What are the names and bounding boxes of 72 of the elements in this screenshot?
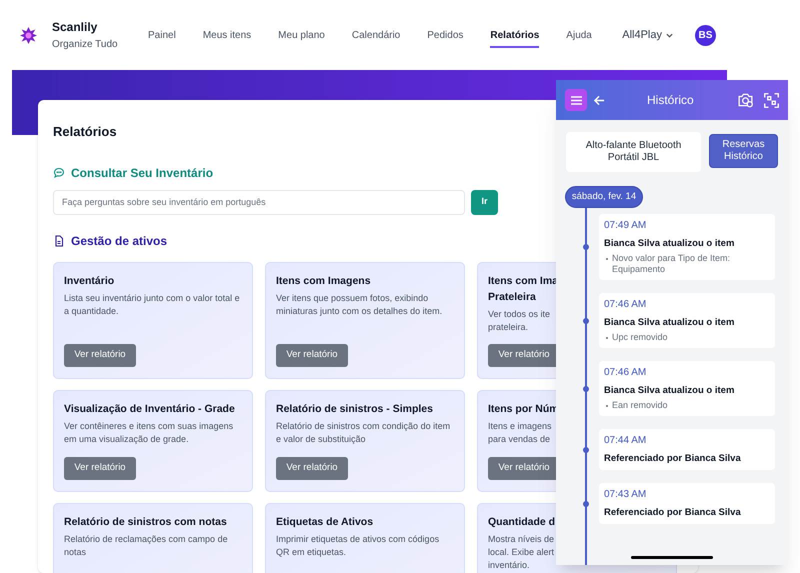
card-title: Itens com Imagens: [276, 274, 371, 288]
view-report-button[interactable]: Ver relatório: [276, 456, 348, 480]
entry-time: 07:43 AM: [604, 488, 648, 502]
screen-title: Histórico: [647, 92, 694, 109]
history-entry[interactable]: 07:49 AM Bianca Silva atualizou o item Novo valor para Tipo de Item: Equipamento: [599, 214, 775, 280]
scan-icon[interactable]: [764, 92, 779, 108]
card-title: Etiquetas de Ativos: [276, 514, 374, 530]
nav-link[interactable]: Meu plano: [278, 28, 325, 48]
history-entry[interactable]: 07:46 AM Bianca Silva atualizou o item Ean removido: [599, 361, 775, 416]
view-report-button[interactable]: Ver relatório: [64, 344, 136, 366]
entry-text: Bianca Silva atualizou o item: [604, 316, 736, 329]
chat-icon: [53, 166, 65, 178]
card-description: Ver todos os ite: [488, 308, 550, 320]
history-entry[interactable]: 07:44 AM Referenciado por Bianca Silva: [599, 429, 775, 470]
entry-time: 07:49 AM: [604, 219, 648, 233]
card-title: Inventário: [64, 274, 114, 288]
card-description: Lista seu inventário junto com o valor total e a quantidade.: [64, 292, 241, 318]
brand-tagline: Organize Tudo: [52, 38, 119, 52]
card-title: Prateleira: [488, 290, 536, 304]
card-title: Quantidade d: [488, 514, 556, 530]
card-title: Relatório de sinistros - Simples: [276, 402, 433, 416]
card-description: inventário.: [488, 558, 530, 572]
entry-detail: Ean removido: [612, 400, 668, 411]
section-heading: Consultar Seu Inventário: [71, 164, 214, 182]
history-entry[interactable]: 07:43 AM Referenciado por Bianca Silva: [599, 483, 775, 524]
card-description: Imprimir etiquetas de ativos com códigos QR em etiquetas.: [276, 532, 440, 558]
card-description: local. Exibe alert: [488, 546, 554, 558]
card-description: Itens e imagens: [488, 420, 552, 432]
account-menu[interactable]: All4Play: [622, 26, 673, 44]
entry-detail: Upc removido: [612, 332, 668, 343]
entry-text: Referenciado por Bianca Silva: [604, 452, 742, 465]
nav-link[interactable]: Ajuda: [566, 28, 592, 48]
nav-link[interactable]: Calendário: [352, 28, 400, 48]
nav-link[interactable]: Relatórios: [490, 28, 540, 48]
card-description: Ver contêineres e itens com suas imagens em uma visualização de grade.: [64, 420, 234, 446]
card-description: prateleira.: [488, 320, 528, 334]
chevron-icon: [666, 32, 673, 38]
entry-time: 07:46 AM: [604, 298, 648, 312]
card-description: Ver itens que possuem fotos, exibindo miniaturas junto com os detalhes do item.: [276, 292, 444, 318]
menu-icon: [570, 96, 582, 104]
go-button[interactable]: Ir: [471, 190, 498, 214]
card-description: Relatório de reclamações com campo de notas: [64, 532, 229, 558]
card-description: Mostra níveis de: [488, 532, 554, 546]
card-description: Relatório de sinistros com condição do item e valor de substituição: [276, 420, 452, 446]
item-name: Alto-falante Bluetooth Portátil JBL: [566, 132, 701, 172]
nav-link[interactable]: Meus itens: [202, 28, 252, 48]
entry-detail: Novo valor para Tipo de Item: Equipamento: [612, 253, 732, 275]
camera-icon[interactable]: [737, 92, 754, 108]
menu-button[interactable]: [565, 89, 587, 111]
history-entry[interactable]: 07:46 AM Bianca Silva atualizou o item Upc removido: [599, 293, 775, 348]
view-report-button[interactable]: Ver relatório: [276, 344, 348, 366]
section-heading: Gestão de ativos: [71, 232, 168, 250]
back-icon[interactable]: [594, 94, 605, 106]
entry-text: Bianca Silva atualizou o item: [604, 384, 736, 397]
nav-link[interactable]: Painel: [148, 28, 176, 48]
question-field[interactable]: Faça perguntas sobre seu inventário em português: [53, 190, 465, 214]
card-title: Visualização de Inventário - Grade: [64, 402, 235, 416]
entry-time: 07:46 AM: [604, 366, 648, 380]
nav-link[interactable]: Pedidos: [427, 28, 464, 48]
user-avatar[interactable]: BS: [695, 24, 716, 46]
history-button[interactable]: Reservas Histórico: [709, 134, 778, 168]
logo-icon: [20, 26, 37, 44]
card-description: para vendas de: [488, 432, 550, 446]
entry-text: Bianca Silva atualizou o item: [604, 237, 736, 250]
page-title: Relatórios: [53, 123, 118, 141]
date-pill: sábado, fev. 14: [565, 186, 643, 208]
entry-text: Referenciado por Bianca Silva: [604, 506, 742, 519]
brand-name: Scanlily: [52, 18, 98, 34]
view-report-button[interactable]: Ver relatório: [64, 456, 136, 480]
card-title: Relatório de sinistros com notas: [64, 514, 227, 530]
document-icon: [53, 234, 65, 246]
entry-time: 07:44 AM: [604, 434, 648, 448]
